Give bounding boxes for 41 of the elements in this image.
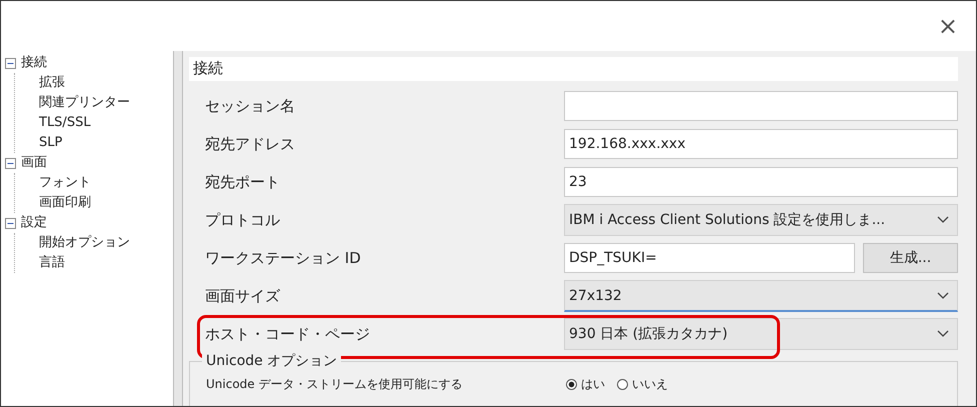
tree-item[interactable]: SLP — [39, 133, 62, 153]
field-label: ワークステーション ID — [204, 248, 362, 268]
field-label: 画面サイズ — [204, 286, 281, 306]
splitter-handle[interactable] — [173, 51, 183, 406]
field-label: 宛先アドレス — [204, 134, 296, 154]
field-label: 宛先ポート — [204, 172, 281, 192]
generate-button[interactable]: 生成... — [863, 243, 958, 273]
section-header: 接続 — [189, 57, 958, 81]
dropdown[interactable]: 930 日本 (拡張カタカナ) — [564, 318, 958, 350]
dropdown[interactable]: 27x132 — [564, 280, 958, 312]
collapse-icon[interactable] — [5, 58, 16, 68]
tree-item[interactable]: フォント — [39, 173, 91, 193]
field-label: ホスト・コード・ページ — [204, 324, 371, 344]
chevron-down-icon — [937, 292, 949, 300]
tree-item[interactable]: 言語 — [39, 253, 65, 273]
option-label: Unicode データ・ストリームを使用可能にする — [206, 376, 464, 393]
chevron-down-icon — [937, 330, 949, 338]
radio-button[interactable] — [617, 379, 628, 390]
tree-item[interactable]: 関連プリンター — [39, 93, 130, 113]
chevron-down-icon — [937, 216, 949, 224]
tree-item[interactable]: 設定 — [21, 213, 47, 233]
text-field[interactable]: 192.168.xxx.xxx — [564, 129, 958, 159]
radio-label[interactable]: いいえ — [632, 376, 668, 393]
text-field[interactable] — [564, 91, 958, 121]
collapse-icon[interactable] — [5, 158, 16, 168]
tree-item[interactable]: 画面 — [21, 153, 47, 173]
tree-item[interactable]: 画面印刷 — [39, 193, 91, 213]
tree-item[interactable]: 接続 — [21, 53, 47, 73]
tree-item[interactable]: 開始オプション — [39, 233, 130, 253]
text-field[interactable]: 23 — [564, 167, 958, 197]
group-title: Unicode オプション — [202, 352, 342, 370]
text-field[interactable]: DSP_TSUKI= — [564, 243, 855, 273]
close-button[interactable]: × — [938, 14, 958, 38]
radio-button[interactable] — [566, 379, 577, 390]
field-label: セッション名 — [204, 96, 296, 116]
tree-item[interactable]: TLS/SSL — [39, 113, 91, 133]
collapse-icon[interactable] — [5, 218, 16, 228]
field-label: プロトコル — [204, 210, 281, 230]
radio-label[interactable]: はい — [581, 376, 605, 393]
dropdown[interactable]: IBM i Access Client Solutions 設定を使用しま... — [564, 204, 958, 236]
tree-item[interactable]: 拡張 — [39, 73, 65, 93]
